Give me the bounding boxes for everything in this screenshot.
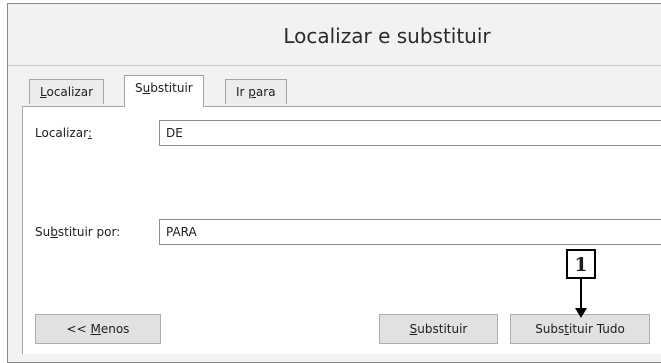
- replace-label-accesskey: b: [50, 225, 58, 239]
- replace-button[interactable]: Substituir: [379, 314, 498, 344]
- tab-label-part: ara: [255, 85, 276, 99]
- button-accesskey: M: [90, 322, 101, 336]
- find-label-text: Localizar: [35, 126, 88, 140]
- button-label-part: enos: [100, 322, 130, 336]
- replace-label-text: stituir por:: [57, 225, 121, 239]
- tab-localizar[interactable]: Localizar: [29, 79, 105, 104]
- annotation-callout-box: 1: [566, 249, 596, 279]
- button-label-part: ituir Tudo: [569, 322, 625, 336]
- replace-input[interactable]: PARA: [159, 219, 661, 245]
- button-label-part: ubstituir: [417, 322, 468, 336]
- button-label-part: <<: [66, 322, 91, 336]
- title-bar: Localizar e substituir: [8, 4, 661, 66]
- less-button[interactable]: << Menos: [35, 314, 161, 344]
- tab-label-part: Ir: [236, 85, 249, 99]
- tab-label-part: ocalizar: [46, 85, 94, 99]
- button-label-part: Subs: [535, 322, 565, 336]
- find-label: Localizar:: [35, 126, 92, 140]
- tab-label-part: bstituir: [150, 81, 193, 95]
- replace-label: Substituir por:: [35, 225, 120, 239]
- tab-ir-para[interactable]: Ir para: [225, 79, 287, 104]
- find-label-accesskey: :: [87, 126, 92, 140]
- tab-substituir[interactable]: Substituir: [124, 75, 204, 107]
- replace-label-text: Su: [35, 225, 51, 239]
- tab-accesskey: p: [248, 85, 256, 99]
- find-input[interactable]: DE: [159, 120, 661, 146]
- dialog-title: Localizar e substituir: [283, 24, 491, 48]
- annotation-arrow-icon: [575, 279, 587, 318]
- tab-label-part: S: [135, 81, 143, 95]
